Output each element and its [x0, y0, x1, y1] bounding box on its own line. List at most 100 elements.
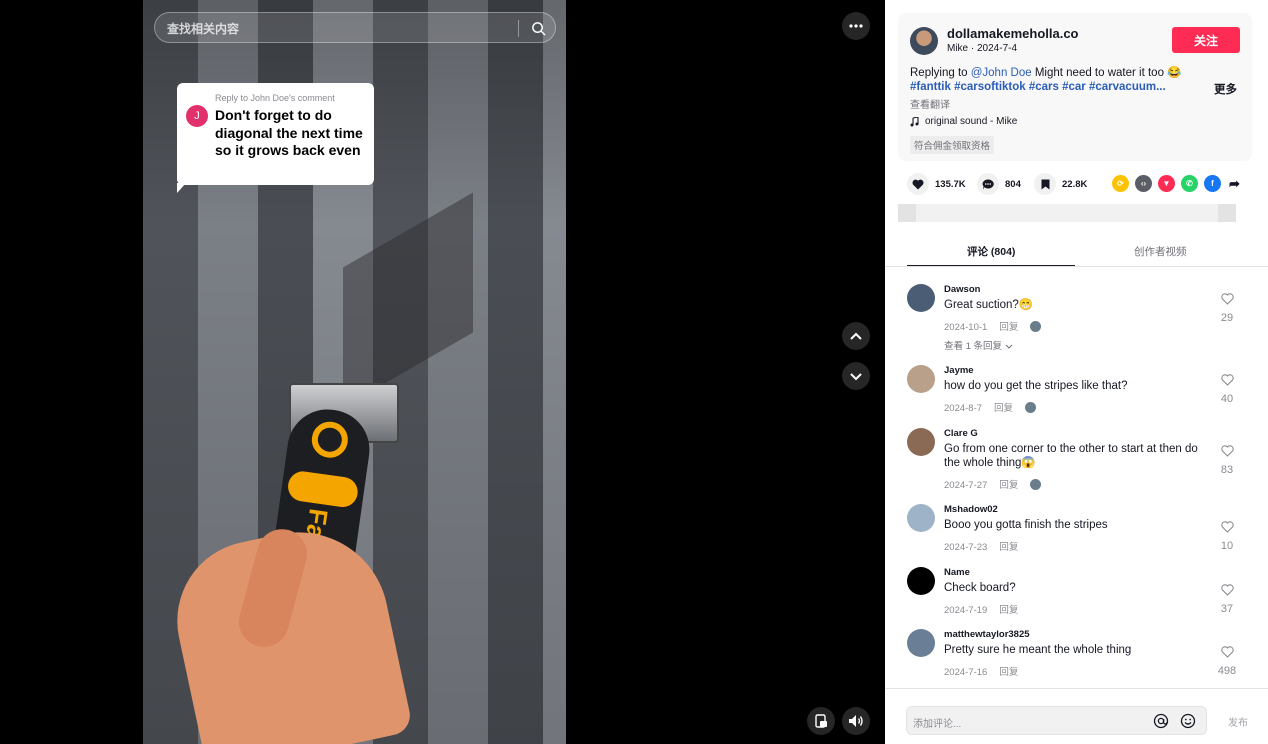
picture-in-picture-button[interactable]: [807, 707, 835, 735]
reply-button[interactable]: 回复: [999, 477, 1018, 491]
video-player[interactable]: Fanttik 查找相关内容 J Reply to John Doe's com…: [0, 0, 885, 744]
comment-username[interactable]: Mshadow02: [944, 504, 998, 515]
comment-text: Great suction?😁: [944, 299, 1034, 311]
comment-like-button[interactable]: 83: [1209, 444, 1245, 476]
comment-like-button[interactable]: 37: [1209, 583, 1245, 615]
comment-date: 2024-7-16: [944, 667, 988, 678]
heart-outline-icon: [1220, 374, 1234, 386]
comment-item: Name Check board? 2024-7-19 回复 37: [907, 567, 1247, 617]
comment-username[interactable]: Dawson: [944, 284, 980, 295]
send-icon[interactable]: ▼: [1158, 175, 1175, 192]
heart-outline-icon: [1220, 584, 1234, 596]
reply-text: Don't forget to do diagonal the next tim…: [215, 107, 363, 158]
heart-outline-icon: [1220, 521, 1234, 533]
save-action[interactable]: 22.8K: [1034, 172, 1087, 196]
hashtags[interactable]: #fanttik #carsoftiktok #cars #car #carva…: [910, 81, 1200, 93]
comment-username[interactable]: Name: [944, 567, 970, 578]
share-arrow-icon[interactable]: ➦: [1226, 175, 1243, 192]
comment-text: Pretty sure he meant the whole thing: [944, 644, 1132, 656]
search-input[interactable]: 查找相关内容: [167, 20, 239, 37]
bookmark-icon: [1034, 173, 1056, 195]
heart-outline-icon: [1220, 293, 1234, 305]
author-name[interactable]: dollamakemeholla.co: [947, 26, 1079, 41]
comment-like-count: 83: [1220, 464, 1234, 476]
like-action[interactable]: 135.7K: [907, 172, 966, 196]
comment-username[interactable]: Clare G: [944, 428, 978, 439]
comment-item: matthewtaylor3825 Pretty sure he meant t…: [907, 629, 1247, 679]
comment-action[interactable]: 804: [977, 172, 1021, 196]
reply-button[interactable]: 回复: [999, 602, 1018, 616]
avatar[interactable]: [907, 629, 935, 657]
chevron-down-icon: [1005, 344, 1013, 349]
comment-text: Go from one corner to the other to start…: [944, 443, 1198, 469]
whatsapp-icon[interactable]: ✆: [1181, 175, 1198, 192]
more-options-button[interactable]: [842, 12, 870, 40]
comment-like-button[interactable]: 498: [1209, 645, 1245, 677]
comment-text: Check board?: [944, 582, 1016, 594]
reply-button[interactable]: 回复: [999, 664, 1018, 678]
more-link[interactable]: 更多: [1214, 81, 1237, 97]
embed-icon[interactable]: ‹›: [1135, 175, 1152, 192]
comment-like-button[interactable]: 40: [1209, 373, 1245, 405]
copy-link-bar[interactable]: [898, 204, 1236, 222]
avatar[interactable]: [907, 504, 935, 532]
comment-like-count: 29: [1220, 312, 1234, 324]
heart-outline-icon: [1220, 646, 1234, 658]
comment-text: Booo you gotta finish the stripes: [944, 519, 1108, 531]
repost-icon[interactable]: ⟳: [1112, 175, 1129, 192]
author-card: dollamakemeholla.co Mike · 2024-7-4 关注 R…: [898, 13, 1252, 161]
comment-date: 2024-8-7: [944, 403, 983, 414]
comment-username[interactable]: Jayme: [944, 365, 974, 376]
pip-icon: [814, 714, 827, 728]
facebook-icon[interactable]: f: [1204, 175, 1221, 192]
reply-bubble: J Reply to John Doe's comment Don't forg…: [177, 83, 374, 193]
comment-like-count: 498: [1217, 665, 1237, 677]
mention-icon[interactable]: [1153, 713, 1169, 734]
avatar[interactable]: [907, 365, 935, 393]
comment-placeholder: 添加评论...: [913, 719, 962, 730]
reply-button[interactable]: 回复: [994, 400, 1013, 414]
author-avatar[interactable]: [910, 27, 938, 55]
search-bar[interactable]: 查找相关内容: [154, 12, 556, 43]
comment-item: Clare G Go from one corner to the other …: [907, 428, 1247, 492]
music-link[interactable]: original sound - Mike: [910, 116, 1017, 127]
tab-creator-videos[interactable]: 创作者视频: [1134, 244, 1187, 259]
avatar[interactable]: [907, 284, 935, 312]
volume-button[interactable]: [842, 707, 870, 735]
reply-label: Reply to John Doe's comment: [215, 93, 335, 103]
comment-meta: 2024-7-27 回复: [944, 477, 1042, 491]
reply-avatar: J: [186, 105, 208, 127]
comment-like-button[interactable]: 29: [1209, 292, 1245, 324]
view-replies-button[interactable]: 查看 1 条回复: [944, 338, 1013, 352]
mention-link[interactable]: @John Doe: [971, 67, 1032, 79]
tabs: 评论 (804) 创作者视频: [907, 238, 1262, 268]
ellipsis-icon: [849, 24, 863, 28]
avatar[interactable]: [907, 428, 935, 456]
reply-button[interactable]: 回复: [999, 319, 1018, 333]
comment-composer: 添加评论... 发布: [885, 688, 1268, 744]
next-video-button[interactable]: [842, 362, 870, 390]
comment-text: how do you get the stripes like that?: [944, 380, 1128, 392]
comment-like-count: 37: [1220, 603, 1234, 615]
follow-button[interactable]: 关注: [1172, 27, 1240, 53]
comment-meta: 2024-7-16 回复: [944, 664, 1018, 678]
heart-outline-icon: [1220, 445, 1234, 457]
comment-input[interactable]: 添加评论...: [906, 706, 1207, 735]
emoji-icon[interactable]: [1180, 713, 1196, 734]
avatar[interactable]: [907, 567, 935, 595]
comment-like-count: 40: [1220, 393, 1234, 405]
previous-video-button[interactable]: [842, 322, 870, 350]
search-icon: [531, 21, 545, 35]
translate-link[interactable]: 查看翻译: [910, 96, 950, 111]
reply-button[interactable]: 回复: [999, 539, 1018, 553]
tab-comments[interactable]: 评论 (804): [967, 244, 1015, 259]
post-button[interactable]: 发布: [1228, 714, 1248, 729]
comment-like-count: 10: [1220, 540, 1234, 552]
creator-liked-icon: [1025, 402, 1037, 413]
comment-like-button[interactable]: 10: [1209, 520, 1245, 552]
comment-username[interactable]: matthewtaylor3825: [944, 629, 1030, 640]
comment-item: Dawson Great suction?😁 2024-10-1 回复 查看 1 …: [907, 284, 1247, 352]
search-button[interactable]: [525, 16, 551, 40]
comment-date: 2024-7-19: [944, 605, 988, 616]
chevron-down-icon: [850, 372, 862, 380]
